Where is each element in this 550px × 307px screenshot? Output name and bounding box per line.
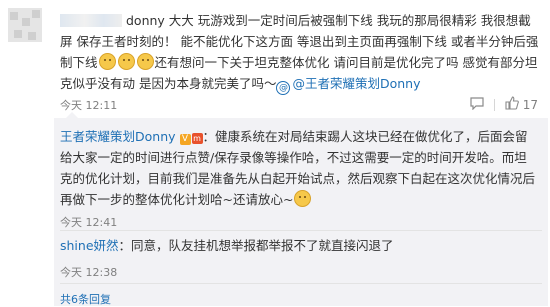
reply-divider xyxy=(60,283,542,284)
mention-text: @王者荣耀策划Donny xyxy=(292,76,421,91)
reply-text: ：同意，队友挂机想举报都举报不了就直接闪退了 xyxy=(118,238,394,253)
comment-actions: 17 xyxy=(470,96,538,113)
reply-item: 王者荣耀策划Donny Vm ：健康系统在对局结束踢人这块已经在做优化了，后面会留… xyxy=(60,126,538,210)
reply-timestamp: 今天 12:41 xyxy=(60,216,118,229)
reply-timestamp: 今天 12:38 xyxy=(60,266,118,279)
member-badge-icon: m xyxy=(191,133,203,144)
replies-arrow xyxy=(66,112,78,118)
reply-divider xyxy=(60,230,542,231)
like-icon[interactable] xyxy=(505,96,519,113)
reply-icon[interactable] xyxy=(470,96,484,113)
verified-badge-icon: V xyxy=(179,134,191,145)
reply-item: shine妍然：同意，队友挂机想举报都举报不了就直接闪退了 xyxy=(60,235,538,256)
smile-emoji-icon xyxy=(294,190,312,207)
comment-timestamp: 今天 12:11 xyxy=(60,99,118,112)
sad-face-emoji-icon xyxy=(117,53,135,70)
actions-divider xyxy=(493,98,495,111)
more-replies-link[interactable]: 共6条回复 xyxy=(60,291,111,307)
replies-panel: 王者荣耀策划Donny Vm ：健康系统在对局结束踢人这块已经在做优化了，后面会留… xyxy=(54,112,548,307)
avatar[interactable] xyxy=(8,8,42,42)
mention-link[interactable]: @ @王者荣耀策划Donny xyxy=(276,76,421,95)
at-icon: @ xyxy=(276,81,291,95)
like-count: 17 xyxy=(522,97,538,112)
sad-face-emoji-icon xyxy=(136,53,154,70)
comment-body: donny 大大 玩游戏到一定时间后被强制下线 我玩的那局很精彩 我很想截屏 保… xyxy=(60,10,542,95)
reply-author-link[interactable]: shine妍然 xyxy=(60,238,119,253)
reply-author-link[interactable]: 王者荣耀策划Donny xyxy=(60,129,176,144)
sad-face-emoji-icon xyxy=(98,53,116,70)
author-name-blurred[interactable] xyxy=(60,14,122,27)
